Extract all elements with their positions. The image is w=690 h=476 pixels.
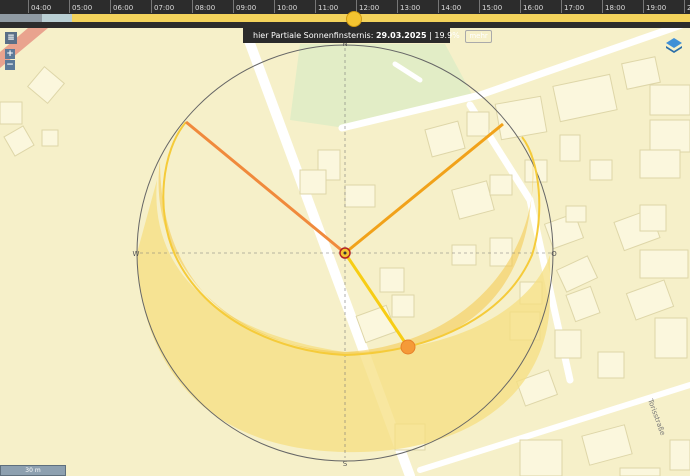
timeline-hour-label: 08:00	[195, 4, 216, 12]
info-percent: 19.9%	[434, 31, 460, 40]
timeline-hour-label: 10:00	[277, 4, 298, 12]
daylight-bar[interactable]	[0, 14, 690, 22]
layers-icon[interactable]	[665, 36, 683, 54]
timeline-tick	[602, 0, 603, 13]
compass-east: O	[551, 250, 557, 258]
timeline-tick	[192, 0, 193, 13]
more-button[interactable]: mehr	[465, 30, 492, 43]
timeline-hour-label: 14:00	[441, 4, 462, 12]
map-canvas[interactable]: N S W O Torisstraße	[0, 0, 690, 476]
timeline-tick	[315, 0, 316, 13]
zoom-out-button[interactable]: −	[5, 60, 15, 70]
timeline-tick	[69, 0, 70, 13]
timeline-tick	[561, 0, 562, 13]
timeline-hour-label: 11:00	[318, 4, 339, 12]
timeline-tick	[233, 0, 234, 13]
timeline-tick	[28, 0, 29, 13]
timeline-hour-label: 09:00	[236, 4, 257, 12]
timeline-hour-label: 15:00	[482, 4, 503, 12]
timeline-hour-label: 07:00	[154, 4, 175, 12]
timeline-tick	[438, 0, 439, 13]
menu-icon[interactable]: ≡	[5, 32, 17, 44]
timeline-tick	[151, 0, 152, 13]
info-date: 29.03.2025	[375, 31, 427, 40]
timeline-hour-label: 17:00	[564, 4, 585, 12]
time-slider-handle[interactable]	[346, 11, 362, 27]
timeline-tick	[520, 0, 521, 13]
night-bar	[0, 14, 42, 22]
timeline-hour-label: 06:00	[113, 4, 134, 12]
info-separator: |	[429, 31, 432, 40]
compass-south: S	[343, 460, 348, 468]
timeline-hour-label: 16:00	[523, 4, 544, 12]
sun-position-marker[interactable]	[400, 339, 416, 355]
timeline-hour-label: 12:00	[359, 4, 380, 12]
timeline-hour-label: 19:00	[646, 4, 667, 12]
dawn-bar	[42, 14, 72, 22]
zoom-in-button[interactable]: +	[5, 49, 15, 59]
info-prefix: hier Partiale Sonnenfinsternis:	[253, 31, 374, 40]
timeline-tick	[643, 0, 644, 13]
timeline-tick	[684, 0, 685, 13]
timeline-tick	[479, 0, 480, 13]
compass-west: W	[133, 250, 140, 258]
timeline-hour-label: 13:00	[400, 4, 421, 12]
timeline-tick	[274, 0, 275, 13]
timeline-tick	[110, 0, 111, 13]
eclipse-info-bar: hier Partiale Sonnenfinsternis: 29.03.20…	[243, 28, 492, 43]
scale-bar: 30 m	[0, 465, 66, 476]
timeline-hour-label: 04:00	[31, 4, 52, 12]
timeline-hour-label: 18:00	[605, 4, 626, 12]
timeline-bar[interactable]: 04:00 05:00 06:00 07:00 08:00 09:00 10:00 11:00…	[0, 0, 690, 28]
timeline-hour-label: 05:00	[72, 4, 93, 12]
timeline-tick	[397, 0, 398, 13]
